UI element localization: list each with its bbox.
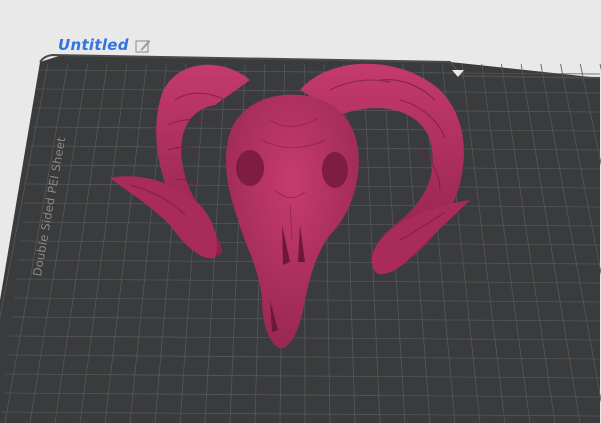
project-title-bar: Untitled	[58, 36, 151, 54]
3d-viewport[interactable]: Untitled Double Sided PEI Sheet	[0, 0, 601, 423]
project-title[interactable]: Untitled	[58, 36, 129, 54]
build-plate-scene[interactable]	[0, 0, 601, 423]
edit-pencil-icon[interactable]	[135, 38, 151, 53]
